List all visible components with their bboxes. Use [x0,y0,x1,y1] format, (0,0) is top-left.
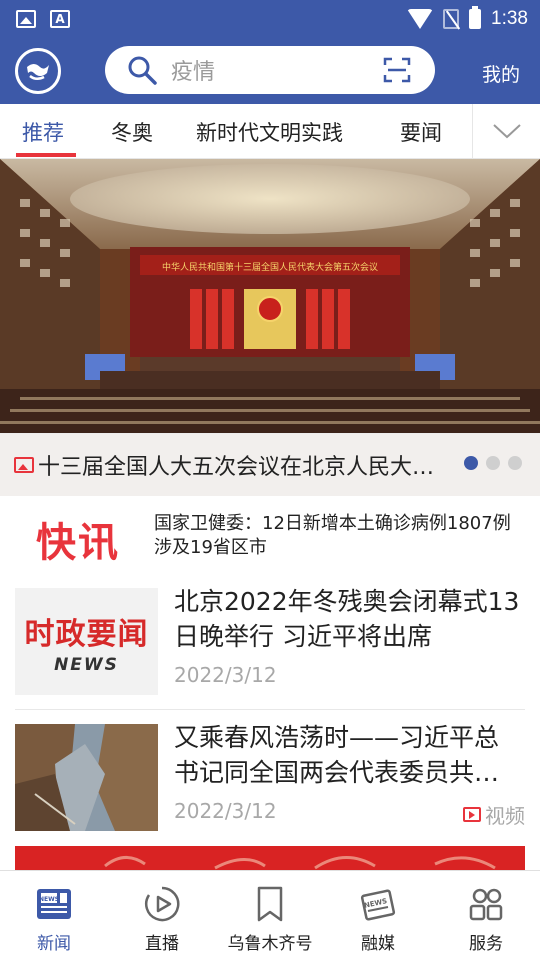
video-tag-label: 视频 [485,804,525,828]
scan-icon[interactable] [383,56,411,84]
nav-label: 直播 [145,934,179,954]
tab-recommend[interactable]: 推荐 [22,117,64,147]
no-sim-icon [443,9,460,29]
font-notification-icon: A [50,10,70,28]
bookmark-icon [257,886,283,922]
nav-label: 融媒 [361,934,395,954]
gallery-notification-icon [16,10,36,28]
thumbnail-title: 时政要闻 [24,616,149,652]
app-logo-icon[interactable] [15,48,61,94]
clock: 1:38 [491,8,528,29]
wifi-icon [407,9,434,29]
news-title[interactable]: 北京2022年冬残奥会闭幕式13日晚举行 习近平将出席 [174,584,520,654]
nav-label: 乌鲁木齐号 [227,934,313,954]
flash-news-label: 快讯 [36,520,120,566]
search-input[interactable]: 疫情 [171,54,215,86]
carousel-indicator [464,456,522,470]
nav-service[interactable]: 服务 [432,871,540,961]
nav-label: 服务 [469,934,503,954]
users-icon [469,888,503,921]
tab-headlines[interactable]: 要闻 [400,117,442,147]
app-header: 疫情 我的 [0,38,540,104]
flash-news[interactable]: 快讯 国家卫健委：12日新增本土确诊病例1807例 涉及19省区市 [0,496,540,578]
active-tab-indicator [16,153,76,157]
video-icon [463,807,481,822]
nav-news[interactable]: NEWS 新闻 [0,871,108,961]
carousel-dot[interactable] [486,456,500,470]
bottom-navigation: NEWS 新闻 直播 乌鲁木齐号 NEWS 融媒 服务 [0,870,540,960]
category-tabs: 推荐 冬奥 新时代文明实践 要闻 [0,104,540,159]
video-tag: 视频 [463,800,525,829]
tab-civilization-practice[interactable]: 新时代文明实践 [196,117,343,147]
promo-banner[interactable] [15,846,525,870]
nav-urumqi[interactable]: 乌鲁木齐号 [216,871,324,961]
headline-carousel[interactable]: 中华人民共和国第十三届全国人民代表大会第五次会议 十三届全国人大五次会议在北京人… [0,159,540,496]
banner-caption[interactable]: 十三届全国人大五次会议在北京人民大会堂开幕 [38,449,448,481]
status-bar: A 1:38 [0,0,540,38]
banner-image-text: 中华人民共和国第十三届全国人民代表大会第五次会议 [162,261,378,273]
thumbnail-subtitle: NEWS [54,654,119,675]
banner-image: 中华人民共和国第十三届全国人民代表大会第五次会议 [0,159,540,434]
news-list-item[interactable]: 又乘春风浩荡时——习近平总书记同全国两会代表委员共商国是 2022/3/12 视… [0,714,540,844]
news-date: 2022/3/12 [174,799,277,823]
carousel-dot[interactable] [508,456,522,470]
tab-winter-olympics[interactable]: 冬奥 [111,117,153,147]
svg-text:NEWS: NEWS [39,896,59,903]
play-circle-icon [144,886,180,922]
divider [15,709,525,710]
mine-button[interactable]: 我的 [482,60,520,87]
search-bar[interactable]: 疫情 [105,46,435,94]
carousel-dot[interactable] [464,456,478,470]
newspaper-icon: NEWS [37,889,71,919]
nav-label: 新闻 [37,934,71,954]
nav-live[interactable]: 直播 [108,871,216,961]
search-icon [128,56,157,85]
nav-media[interactable]: NEWS 融媒 [324,871,432,961]
more-tabs-button[interactable] [472,104,540,158]
news-thumbnail: 时政要闻 NEWS [15,588,158,695]
news-paper-stack-icon: NEWS [360,889,396,921]
flash-news-text[interactable]: 国家卫健委：12日新增本土确诊病例1807例 涉及19省区市 [154,512,514,560]
news-list-item[interactable]: 时政要闻 NEWS 北京2022年冬残奥会闭幕式13日晚举行 习近平将出席 20… [0,578,540,708]
news-date: 2022/3/12 [174,663,277,687]
news-title[interactable]: 又乘春风浩荡时——习近平总书记同全国两会代表委员共商国是 [174,720,520,790]
battery-icon [469,6,482,29]
news-thumbnail [15,724,158,831]
picture-icon [14,456,34,473]
chevron-down-icon [492,124,521,139]
banner-caption-bar[interactable]: 十三届全国人大五次会议在北京人民大会堂开幕 [0,433,540,496]
